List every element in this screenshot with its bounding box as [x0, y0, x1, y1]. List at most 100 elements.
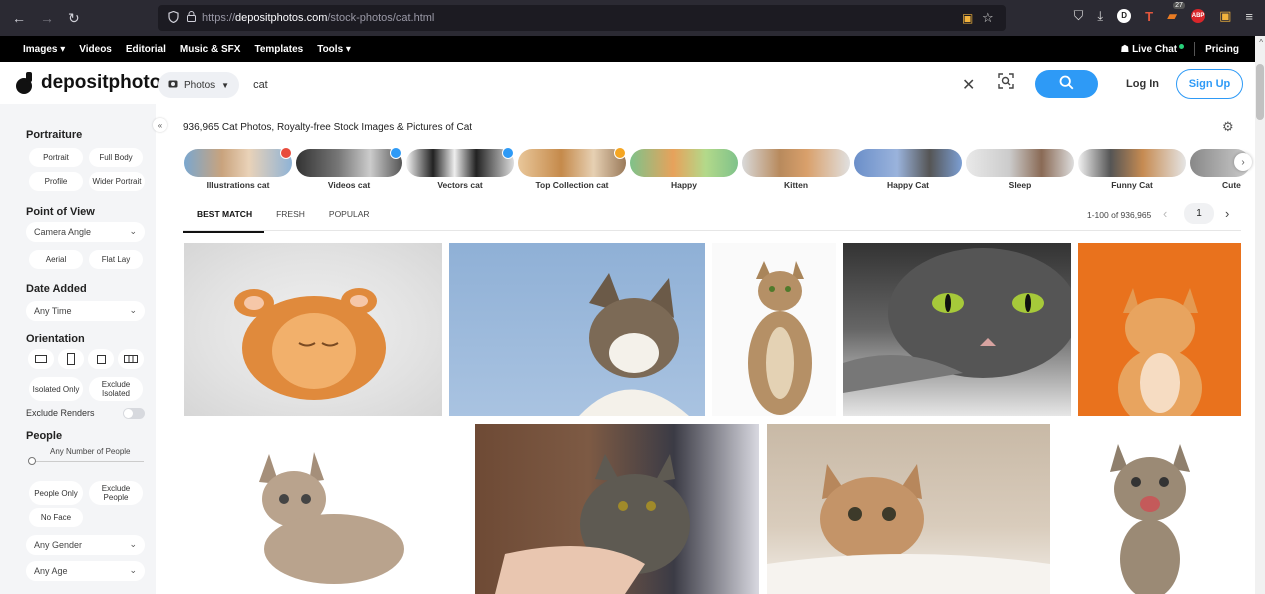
filter-full-body[interactable]: Full Body [89, 148, 143, 167]
photo-kitten-on-rug[interactable] [767, 424, 1050, 594]
page-number-input[interactable]: 1 [1184, 203, 1214, 224]
chip-label: Videos cat [327, 180, 371, 190]
browser-toolbar: ← → ↻ https://depositphotos.com/stock-ph… [0, 0, 1265, 36]
filter-aerial[interactable]: Aerial [29, 250, 83, 269]
pricing-link[interactable]: Pricing [1205, 44, 1239, 55]
filter-no-face[interactable]: No Face [29, 508, 83, 527]
photo-tabby-cat-blue[interactable] [449, 243, 705, 416]
chip-illustrations-cat[interactable] [184, 149, 292, 177]
orientation-panoramic-icon[interactable] [118, 349, 144, 369]
camera-angle-select[interactable]: Camera Angle ⌄ [26, 222, 145, 242]
chip-funny-cat[interactable] [1078, 149, 1186, 177]
url-prefix: https:// [202, 12, 236, 24]
reload-icon[interactable]: ↻ [68, 10, 80, 27]
exclude-renders-toggle[interactable] [123, 408, 145, 419]
chip-kitten[interactable] [742, 149, 850, 177]
login-link[interactable]: Log In [1126, 78, 1159, 90]
search-input[interactable]: cat [253, 79, 268, 91]
nav-editorial[interactable]: Editorial [126, 44, 166, 55]
chevron-down-icon: ⌄ [129, 565, 137, 575]
chevron-down-icon: ⌄ [129, 226, 137, 236]
nav-videos[interactable]: Videos [79, 44, 112, 55]
chip-vectors-cat[interactable] [406, 149, 514, 177]
photo-meowing-kitten[interactable] [1058, 424, 1241, 594]
extension-puzzle-icon[interactable]: ▣ [1219, 8, 1231, 24]
chip-top-collection-cat[interactable] [518, 149, 626, 177]
extension-d-icon[interactable]: D [1117, 9, 1132, 23]
people-slider-handle[interactable] [28, 457, 36, 465]
date-added-value: Any Time [34, 306, 72, 316]
visual-search-icon[interactable] [998, 73, 1014, 93]
address-bar[interactable]: https://depositphotos.com/stock-photos/c… [158, 5, 1006, 31]
chip-happy-cat[interactable] [854, 149, 962, 177]
shield-icon[interactable] [168, 10, 179, 26]
search-bar: Photos ▼ cat [158, 70, 1034, 100]
menu-icon[interactable]: ≡ [1245, 9, 1253, 24]
media-type-select[interactable]: Photos ▼ [158, 72, 240, 98]
age-select[interactable]: Any Age ⌄ [26, 561, 145, 581]
people-heading: People [26, 430, 63, 442]
live-chat-link[interactable]: ☗ Live Chat [1120, 43, 1185, 55]
gender-select[interactable]: Any Gender ⌄ [26, 535, 145, 555]
chip-sleep[interactable] [966, 149, 1074, 177]
browser-nav-buttons: ← → ↻ [0, 10, 160, 27]
chip-video-badge-icon [390, 147, 402, 159]
orientation-heading: Orientation [26, 333, 85, 345]
filter-profile[interactable]: Profile [29, 172, 83, 191]
logo-mark-icon [16, 72, 36, 94]
date-added-select[interactable]: Any Time ⌄ [26, 301, 145, 321]
orientation-square-icon[interactable] [88, 349, 114, 369]
chip-happy[interactable] [630, 149, 738, 177]
next-page-icon[interactable]: › [1225, 206, 1229, 221]
filter-exclude-people[interactable]: Exclude People [89, 481, 143, 505]
download-icon[interactable]: ⤓ [1097, 8, 1103, 24]
nav-divider [1194, 42, 1196, 56]
photo-cat-in-arms[interactable] [475, 424, 759, 594]
people-slider-track[interactable] [32, 461, 144, 462]
bookmark-star-icon[interactable]: ☆ [982, 10, 994, 26]
filter-exclude-isolated[interactable]: Exclude Isolated [89, 377, 143, 401]
extension-gift-icon[interactable]: ▣ [962, 11, 973, 25]
signup-button[interactable]: Sign Up [1176, 69, 1243, 99]
collapse-sidebar-icon[interactable]: « [153, 118, 167, 132]
extension-t-icon[interactable]: T [1145, 9, 1153, 24]
chip-crown-badge-icon [614, 147, 626, 159]
orientation-vertical-icon[interactable] [58, 349, 84, 369]
depositphotos-logo[interactable]: depositphotos [16, 72, 172, 94]
scrollbar-thumb[interactable] [1256, 64, 1264, 120]
chevron-down-icon: ⌄ [129, 539, 137, 549]
filter-flat-lay[interactable]: Flat Lay [89, 250, 143, 269]
filter-people-only[interactable]: People Only [29, 481, 83, 505]
lock-icon[interactable] [187, 11, 196, 25]
scroll-up-icon[interactable]: ^ [1259, 38, 1263, 47]
chip-videos-cat[interactable] [296, 149, 402, 177]
adblock-icon[interactable]: ABP [1191, 9, 1206, 23]
gear-icon[interactable]: ⚙ [1222, 119, 1234, 135]
clear-search-icon[interactable]: ✕ [962, 75, 975, 95]
media-type-label: Photos [184, 79, 216, 91]
photo-stretching-kitten[interactable] [184, 424, 467, 594]
photo-orange-cat[interactable] [1078, 243, 1241, 416]
chip-label: Sleep [1008, 180, 1032, 190]
back-icon[interactable]: ← [12, 10, 26, 27]
filter-portrait[interactable]: Portrait [29, 148, 83, 167]
nav-tools[interactable]: Tools ▾ [317, 44, 351, 55]
pocket-icon[interactable]: ⛉ [1074, 8, 1084, 24]
extension-badge-icon[interactable]: ▰ 27 [1167, 2, 1185, 24]
filter-wider-portrait[interactable]: Wider Portrait [89, 172, 145, 191]
photo-sleeping-kitten[interactable] [184, 243, 442, 416]
orientation-horizontal-icon[interactable] [28, 349, 54, 369]
camera-icon [168, 79, 178, 91]
nav-templates[interactable]: Templates [254, 44, 303, 55]
photo-grey-cat-green-eyes[interactable] [843, 243, 1071, 416]
filter-isolated-only[interactable]: Isolated Only [29, 377, 83, 401]
nav-images[interactable]: Images ▾ [23, 44, 65, 55]
portraiture-heading: Portraiture [26, 129, 83, 141]
photo-sitting-tabby[interactable] [712, 243, 836, 416]
nav-right-group: ☗ Live Chat Pricing [1120, 42, 1239, 56]
search-button[interactable] [1035, 70, 1098, 98]
prev-page-icon[interactable]: ‹ [1163, 206, 1167, 221]
chips-next-icon[interactable]: › [1234, 153, 1252, 171]
nav-music-sfx[interactable]: Music & SFX [180, 44, 241, 55]
forward-icon[interactable]: → [40, 10, 54, 27]
